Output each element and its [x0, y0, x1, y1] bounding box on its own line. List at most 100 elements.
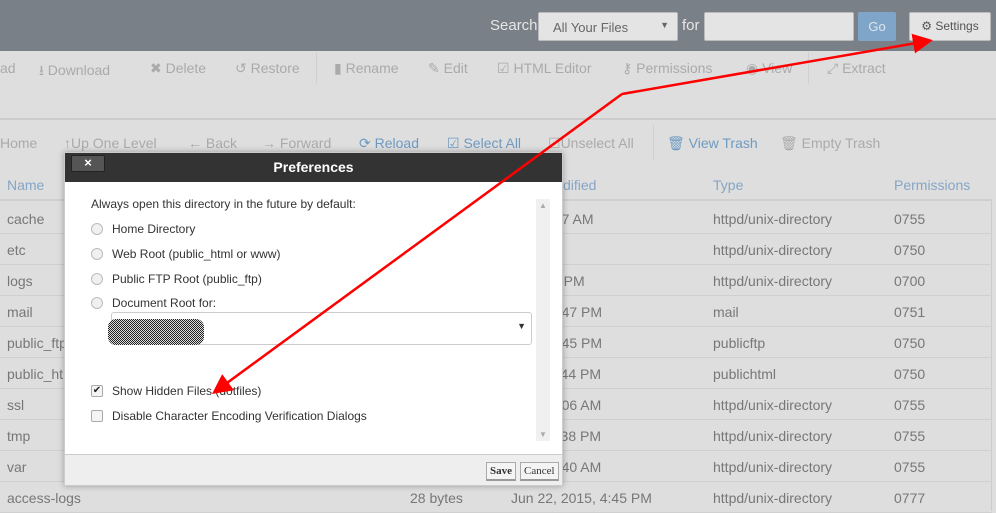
radio-public-ftp-root[interactable]: Public FTP Root (public_ftp) [91, 272, 262, 286]
cell-type: httpd/unix-directory [713, 490, 833, 506]
radio-web-root[interactable]: Web Root (public_html or www) [91, 247, 281, 261]
search-input[interactable] [704, 12, 854, 41]
cell-perm: 0700 [894, 273, 926, 289]
scroll-down-icon[interactable]: ▼ [539, 430, 547, 439]
checkbox-icon: ☑ [447, 135, 460, 151]
label: Extract [842, 60, 886, 76]
cell-type: httpd/unix-directory [713, 242, 833, 258]
nav-empty-trash[interactable]: 🗑 Empty Trash [780, 135, 880, 152]
save-button[interactable]: Save [486, 462, 516, 481]
dialog-title: Preferences [273, 159, 354, 175]
label: Empty Trash [801, 135, 881, 151]
arrow-up-icon: ↑ [64, 135, 71, 151]
label: Up One Level [71, 135, 157, 151]
disable-encoding-checkbox[interactable]: Disable Character Encoding Verification … [91, 409, 367, 423]
radio-icon[interactable] [91, 297, 103, 309]
column-type[interactable]: Type [713, 177, 743, 193]
divider [0, 118, 996, 120]
radio-icon[interactable] [91, 273, 103, 285]
nav-unselect-all[interactable]: ☐Unselect All [548, 135, 634, 152]
show-hidden-files-checkbox[interactable]: ✔ Show Hidden Files (dotfiles) [91, 384, 261, 398]
dialog-header: × Preferences [65, 153, 562, 182]
nav-view-trash[interactable]: 🗑 View Trash [667, 135, 758, 152]
scrollbar[interactable]: ▲ ▼ [536, 199, 550, 441]
cell-perm: 0750 [894, 366, 926, 382]
dialog-footer: Save Cancel [65, 454, 562, 485]
trash-icon: 🗑 [780, 135, 798, 151]
label: Permissions [636, 60, 713, 76]
go-button[interactable]: Go [858, 12, 896, 41]
preferences-dialog: × Preferences Always open this directory… [64, 152, 563, 486]
cell-perm: 0750 [894, 242, 926, 258]
chevron-down-icon: ▼ [660, 20, 669, 30]
toolbar-view[interactable]: ◉ View [746, 60, 792, 77]
checkbox-checked-icon[interactable]: ✔ [91, 385, 103, 397]
radio-home-directory[interactable]: Home Directory [91, 222, 195, 236]
nav-home[interactable]: Home [0, 135, 37, 151]
cell-perm: 0755 [894, 397, 926, 413]
label: View Trash [688, 135, 758, 151]
cell-name: mail [7, 304, 33, 320]
label: Document Root for: [112, 296, 217, 310]
divider [653, 125, 654, 160]
toolbar-html-editor[interactable]: ☑ HTML Editor [497, 60, 592, 77]
toolbar-extract[interactable]: ⤢ Extract [827, 60, 886, 77]
settings-button[interactable]: ⚙ Settings [909, 12, 991, 41]
label: Web Root (public_html or www) [112, 247, 281, 261]
toolbar-restore[interactable]: ↺ Restore [235, 60, 300, 77]
radio-document-root[interactable]: Document Root for: [91, 296, 216, 310]
close-button[interactable]: × [71, 155, 105, 172]
cell-name: public_ht [7, 366, 64, 382]
cell-type: httpd/unix-directory [713, 273, 833, 289]
for-label: for [682, 17, 700, 34]
cell-perm: 0751 [894, 304, 926, 320]
label: Back [205, 135, 238, 151]
eye-icon: ◉ [746, 60, 759, 76]
nav-up-one-level[interactable]: ↑Up One Level [64, 135, 157, 151]
search-label: Search [490, 17, 538, 34]
cell-type: publichtml [713, 366, 777, 382]
cell-name: ssl [7, 397, 25, 413]
cell-perm: 0755 [894, 459, 926, 475]
settings-label: Settings [935, 19, 979, 33]
label: Home Directory [112, 222, 196, 236]
column-modified[interactable]: dified [563, 177, 596, 193]
gear-icon: ⚙ [921, 19, 933, 33]
cell-perm: 0750 [894, 335, 926, 351]
nav-select-all[interactable]: ☑ Select All [447, 135, 521, 152]
toolbar-delete[interactable]: ✖ Delete [150, 60, 206, 77]
nav-reload[interactable]: ⟳ Reload [359, 135, 419, 152]
toolbar-upload[interactable]: ad [0, 60, 16, 76]
cell-name: public_ftp [7, 335, 67, 351]
radio-icon[interactable] [91, 248, 103, 260]
cell-name: etc [7, 242, 26, 258]
label: View [762, 60, 793, 76]
cancel-button[interactable]: Cancel [520, 462, 559, 481]
search-scope-select[interactable]: All Your Files ▼ [538, 12, 678, 41]
toolbar-rename[interactable]: ▮ Rename [334, 60, 399, 77]
top-bar: Search All Your Files ▼ for Go ⚙ Settings [0, 0, 996, 51]
toolbar-permissions[interactable]: ⚷ Permissions [622, 60, 712, 77]
toolbar-download[interactable]: ⭳ Download [39, 60, 110, 84]
toolbar-edit[interactable]: ✎ Edit [428, 60, 468, 77]
nav-forward[interactable]: → Forward [262, 135, 331, 151]
pencil-icon: ✎ [428, 60, 440, 76]
trash-icon: 🗑 [667, 135, 685, 151]
undo-icon: ↺ [235, 60, 247, 76]
checkbox-icon[interactable] [91, 410, 103, 422]
column-name[interactable]: Name [7, 177, 44, 193]
domain-select[interactable]: ▼ [108, 312, 532, 345]
scroll-up-icon[interactable]: ▲ [539, 201, 547, 210]
divider [316, 52, 317, 84]
label: HTML Editor [513, 60, 592, 76]
table-row[interactable]: access-logs 28 bytes Jun 22, 2015, 4:45 PM… [0, 482, 992, 513]
file-icon: ▮ [334, 60, 342, 76]
default-directory-label: Always open this directory in the future… [91, 197, 356, 211]
download-icon: ⭳ [39, 62, 44, 78]
cell-name: logs [7, 273, 33, 289]
cell-perm: 0777 [894, 490, 926, 506]
radio-icon[interactable] [91, 223, 103, 235]
label: Unselect All [560, 135, 634, 151]
column-permissions[interactable]: Permissions [894, 177, 970, 193]
nav-back[interactable]: ← Back [188, 135, 237, 151]
